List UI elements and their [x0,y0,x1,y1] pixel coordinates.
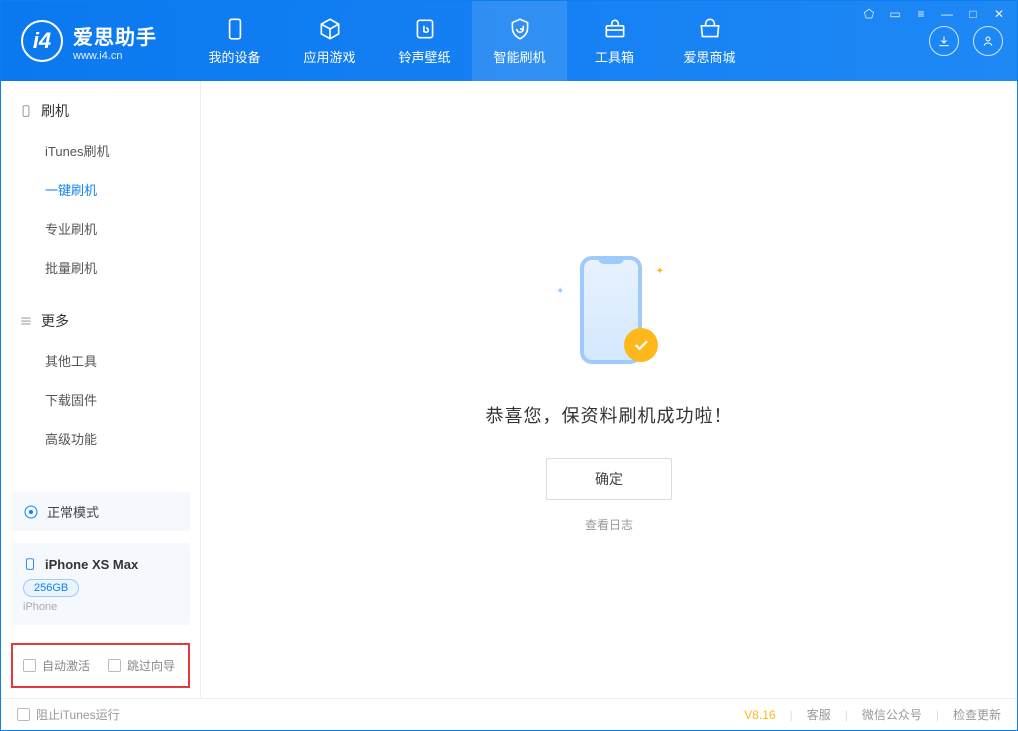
check-activate-label: 自动激活 [42,657,90,674]
nav-apps-label: 应用游戏 [303,47,355,66]
nav-ringtones-label: 铃声壁纸 [398,47,450,66]
nav-store-label: 爱思商城 [683,47,735,66]
mode-icon [23,504,39,520]
sidebar-item-other[interactable]: 其他工具 [1,341,200,380]
mode-label: 正常模式 [47,502,99,521]
device-name-label: iPhone XS Max [45,557,138,572]
success-badge-icon [624,328,658,362]
window-icon-2[interactable]: ▭ [887,7,903,21]
app-window: ⬠ ▭ ≡ — □ ✕ i4 爱思助手 www.i4.cn 我的设备 应用游戏 [0,0,1018,731]
nav-toolbox[interactable]: 工具箱 [567,1,662,81]
sidebar: 刷机 iTunes刷机 一键刷机 专业刷机 批量刷机 更多 其他工具 下载固件 … [1,81,201,698]
sidebar-section-flash-label: 刷机 [41,101,69,121]
device-panel[interactable]: iPhone XS Max 256GB iPhone [11,543,190,625]
logo-icon: i4 [21,20,63,62]
nav-store[interactable]: 爱思商城 [662,1,757,81]
sidebar-section-more: 更多 [1,305,200,341]
checkbox-icon [17,708,30,721]
highlight-checks: 自动激活 跳过向导 [11,643,190,688]
menu-icon [19,314,33,328]
sparkle-icon: ✦ [556,286,564,297]
device-storage-badge: 256GB [23,579,79,597]
checkbox-icon [108,659,121,672]
check-skip-label: 跳过向导 [127,657,175,674]
nav-apps[interactable]: 应用游戏 [282,1,377,81]
view-log-link[interactable]: 查看日志 [585,516,633,533]
cube-icon [317,16,343,42]
music-icon [412,16,438,42]
sidebar-item-advanced[interactable]: 高级功能 [1,419,200,458]
device-small-icon [23,555,37,573]
sidebar-item-batch[interactable]: 批量刷机 [1,248,200,287]
store-icon [697,16,723,42]
window-controls: ⬠ ▭ ≡ — □ ✕ [861,7,1007,21]
sidebar-item-onekey[interactable]: 一键刷机 [1,170,200,209]
window-minimize[interactable]: — [939,7,955,21]
nav-toolbox-label: 工具箱 [595,47,634,66]
wechat-link[interactable]: 微信公众号 [862,706,922,723]
success-illustration: ✦ ✦ [554,246,664,376]
main-content: ✦ ✦ 恭喜您，保资料刷机成功啦！ 确定 查看日志 [201,81,1017,698]
phone-notch [598,256,624,264]
check-auto-activate[interactable]: 自动激活 [23,657,90,674]
nav-ringtones[interactable]: 铃声壁纸 [377,1,472,81]
nav-flash[interactable]: 智能刷机 [472,1,567,81]
app-title: 爱思助手 [73,21,157,50]
logo: i4 爱思助手 www.i4.cn [1,1,177,81]
update-link[interactable]: 检查更新 [953,706,1001,723]
sparkle-icon: ✦ [656,266,664,277]
device-icon [222,16,248,42]
refresh-shield-icon [507,16,533,42]
nav: 我的设备 应用游戏 铃声壁纸 智能刷机 工具箱 爱思商城 [187,1,757,81]
toolbox-icon [602,16,628,42]
window-menu-icon[interactable]: ≡ [913,7,929,21]
download-button[interactable] [929,26,959,56]
sidebar-section-flash: 刷机 [1,95,200,131]
nav-device-label: 我的设备 [208,47,260,66]
check-skip-guide[interactable]: 跳过向导 [108,657,175,674]
sidebar-item-itunes[interactable]: iTunes刷机 [1,131,200,170]
window-close[interactable]: ✕ [991,7,1007,21]
phone-icon [19,104,33,118]
window-maximize[interactable]: □ [965,7,981,21]
footer: 阻止iTunes运行 V8.16 | 客服 | 微信公众号 | 检查更新 [1,698,1017,730]
sidebar-item-firmware[interactable]: 下载固件 [1,380,200,419]
user-button[interactable] [973,26,1003,56]
version-label: V8.16 [744,708,775,722]
check-block-itunes[interactable]: 阻止iTunes运行 [17,706,120,723]
support-link[interactable]: 客服 [807,706,831,723]
sidebar-section-more-label: 更多 [41,311,69,331]
ok-button[interactable]: 确定 [546,458,672,500]
mode-panel[interactable]: 正常模式 [11,492,190,531]
app-subtitle: www.i4.cn [73,50,157,62]
nav-flash-label: 智能刷机 [493,47,545,66]
nav-my-device[interactable]: 我的设备 [187,1,282,81]
sidebar-item-pro[interactable]: 专业刷机 [1,209,200,248]
body: 刷机 iTunes刷机 一键刷机 专业刷机 批量刷机 更多 其他工具 下载固件 … [1,81,1017,698]
device-type-label: iPhone [23,601,178,613]
success-message: 恭喜您，保资料刷机成功啦！ [486,402,733,428]
checkbox-icon [23,659,36,672]
window-icon-1[interactable]: ⬠ [861,7,877,21]
block-itunes-label: 阻止iTunes运行 [36,706,120,723]
